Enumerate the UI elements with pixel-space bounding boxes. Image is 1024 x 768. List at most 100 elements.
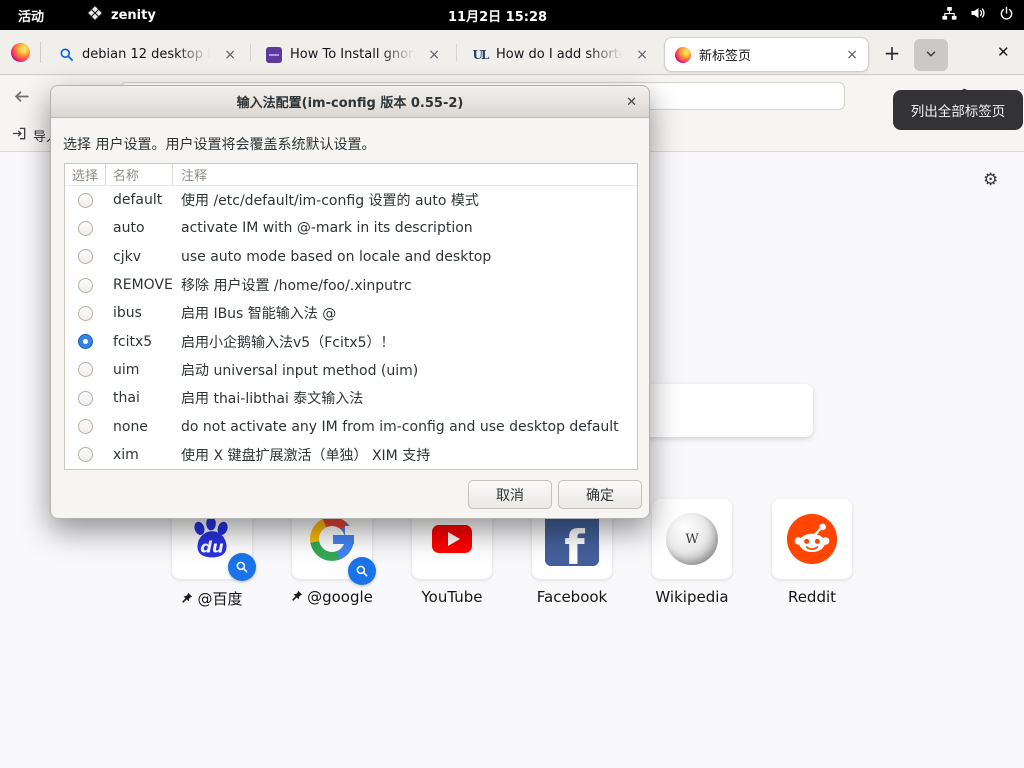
svg-text:du: du bbox=[200, 538, 224, 557]
im-comment: do not activate any IM from im-config an… bbox=[173, 419, 637, 435]
table-row-thai[interactable]: thai 启用 thai-libthai 泰文输入法 bbox=[65, 384, 637, 412]
list-all-tabs-button[interactable] bbox=[914, 39, 948, 71]
radio-button[interactable] bbox=[78, 306, 93, 321]
chevron-down-icon bbox=[924, 46, 938, 65]
im-comment: use auto mode based on locale and deskto… bbox=[173, 249, 637, 265]
volume-icon bbox=[970, 5, 986, 25]
table-header-row: 选择 名称 注释 bbox=[65, 164, 637, 186]
close-tab-icon[interactable]: × bbox=[846, 48, 858, 62]
table-row-cjkv[interactable]: cjkv use auto mode based on locale and d… bbox=[65, 243, 637, 271]
shortcut-label: Wikipedia bbox=[632, 588, 752, 606]
shortcut-tile: W bbox=[652, 499, 732, 579]
im-name: cjkv bbox=[106, 249, 173, 265]
radio-button[interactable] bbox=[78, 447, 93, 462]
im-comment: 使用 X 键盘扩展激活（单独） XIM 支持 bbox=[173, 445, 637, 465]
im-name: fcitx5 bbox=[106, 334, 173, 350]
im-comment: 启动 universal input method (uim) bbox=[173, 360, 637, 380]
search-badge-icon bbox=[348, 557, 376, 585]
tab-title: How do I add shortcuts bbox=[496, 47, 628, 62]
radio-button[interactable] bbox=[78, 278, 93, 293]
google-icon bbox=[310, 517, 354, 561]
header-comment[interactable]: 注释 bbox=[173, 164, 637, 185]
table-row-fcitx5[interactable]: fcitx5 启用小企鹅输入法v5（Fcitx5）！ bbox=[65, 327, 637, 355]
tab-separator bbox=[250, 44, 251, 61]
radio-button[interactable] bbox=[78, 249, 93, 264]
close-tab-icon[interactable]: × bbox=[428, 48, 440, 62]
table-row-none[interactable]: none do not activate any IM from im-conf… bbox=[65, 412, 637, 440]
table-row-remove[interactable]: REMOVE 移除 用户设置 /home/foo/.xinputrc bbox=[65, 271, 637, 299]
tab-bar-separator bbox=[40, 42, 41, 63]
radio-button-selected[interactable] bbox=[78, 334, 93, 349]
clock[interactable]: 11月2日 15:28 bbox=[448, 0, 547, 30]
reddit-icon bbox=[785, 512, 839, 566]
cancel-button[interactable]: 取消 bbox=[468, 480, 552, 509]
table-body: default 使用 /etc/default/im-config 设置的 au… bbox=[65, 186, 637, 469]
firefox-view-button[interactable] bbox=[11, 43, 30, 62]
gear-icon[interactable]: ⚙ bbox=[983, 172, 998, 189]
radio-button[interactable] bbox=[78, 419, 93, 434]
shortcut-reddit[interactable]: Reddit bbox=[772, 499, 852, 579]
table-row-auto[interactable]: auto activate IM with @-mark in its desc… bbox=[65, 214, 637, 242]
gnome-top-bar: 活动 zenity 11月2日 15:28 bbox=[0, 0, 1024, 30]
im-name: thai bbox=[106, 390, 173, 406]
youtube-icon bbox=[432, 525, 472, 553]
radio-button[interactable] bbox=[78, 221, 93, 236]
table-row-default[interactable]: default 使用 /etc/default/im-config 设置的 au… bbox=[65, 186, 637, 214]
window-close-button[interactable]: ✕ bbox=[997, 43, 1010, 61]
shortcut-tile bbox=[772, 499, 852, 579]
dialog-close-icon[interactable]: ✕ bbox=[626, 86, 637, 118]
header-select[interactable]: 选择 bbox=[65, 164, 106, 185]
tab-debian-desktop-icons[interactable]: debian 12 desktop icons × bbox=[48, 37, 246, 72]
header-name[interactable]: 名称 bbox=[106, 164, 173, 185]
site-icon-purple bbox=[266, 47, 282, 63]
radio-button[interactable] bbox=[78, 193, 93, 208]
dialog-title-bar: 输入法配置(im-config 版本 0.55-2) ✕ bbox=[51, 86, 649, 118]
radio-button[interactable] bbox=[78, 362, 93, 377]
ul-monogram-icon: UL bbox=[472, 47, 488, 63]
im-name: default bbox=[106, 192, 173, 208]
desktop-screen: 活动 zenity 11月2日 15:28 d bbox=[0, 0, 1024, 768]
firefox-tab-bar: debian 12 desktop icons × How To Install… bbox=[0, 30, 1024, 75]
power-icon bbox=[999, 6, 1014, 25]
network-icon bbox=[942, 6, 957, 25]
shortcut-label: Facebook bbox=[512, 588, 632, 606]
app-menu-label: zenity bbox=[111, 8, 156, 23]
shortcut-label: @百度 bbox=[152, 588, 272, 609]
im-table: 选择 名称 注释 default 使用 /etc/default/im-conf… bbox=[64, 163, 638, 470]
table-row-uim[interactable]: uim 启动 universal input method (uim) bbox=[65, 356, 637, 384]
im-comment: activate IM with @-mark in its descripti… bbox=[173, 220, 637, 236]
radio-button[interactable] bbox=[78, 391, 93, 406]
activities-button[interactable]: 活动 bbox=[18, 6, 44, 25]
system-status-area[interactable] bbox=[942, 0, 1014, 30]
dialog-instruction: 选择 用户设置。用户设置将会覆盖系统默认设置。 bbox=[63, 134, 375, 154]
ok-button[interactable]: 确定 bbox=[558, 480, 642, 509]
firefox-icon bbox=[675, 47, 691, 63]
zenity-app-icon bbox=[86, 4, 104, 26]
table-row-xim[interactable]: xim 使用 X 键盘扩展激活（单独） XIM 支持 bbox=[65, 441, 637, 469]
pin-icon bbox=[291, 588, 303, 606]
im-comment: 使用 /etc/default/im-config 设置的 auto 模式 bbox=[173, 190, 637, 210]
tab-separator bbox=[456, 44, 457, 61]
back-button[interactable] bbox=[13, 88, 30, 109]
tab-new-tab-active[interactable]: 新标签页 × bbox=[664, 37, 869, 72]
close-tab-icon[interactable]: × bbox=[636, 48, 648, 62]
im-name: ibus bbox=[106, 305, 173, 321]
close-tab-icon[interactable]: × bbox=[224, 48, 236, 62]
search-icon bbox=[58, 47, 74, 63]
shortcut-wikipedia[interactable]: W Wikipedia bbox=[652, 499, 732, 579]
im-name: REMOVE bbox=[106, 277, 173, 293]
im-comment: 启用 IBus 智能输入法 @ bbox=[173, 303, 637, 323]
facebook-icon: f bbox=[545, 512, 599, 566]
im-name: none bbox=[106, 419, 173, 435]
im-comment: 移除 用户设置 /home/foo/.xinputrc bbox=[173, 275, 637, 295]
shortcut-label: Reddit bbox=[752, 588, 872, 606]
wikipedia-globe-icon: W bbox=[666, 513, 718, 565]
new-tab-button[interactable]: + bbox=[880, 42, 904, 64]
table-row-ibus[interactable]: ibus 启用 IBus 智能输入法 @ bbox=[65, 299, 637, 327]
tab-add-shortcuts[interactable]: UL How do I add shortcuts × bbox=[462, 37, 658, 72]
search-badge-icon bbox=[228, 553, 256, 581]
tab-install-gnome[interactable]: How To Install gnome-s × bbox=[256, 37, 450, 72]
tooltip-list-all-tabs: 列出全部标签页 bbox=[893, 90, 1023, 130]
tab-title: 新标签页 bbox=[699, 45, 838, 64]
app-menu[interactable]: zenity bbox=[86, 4, 156, 26]
